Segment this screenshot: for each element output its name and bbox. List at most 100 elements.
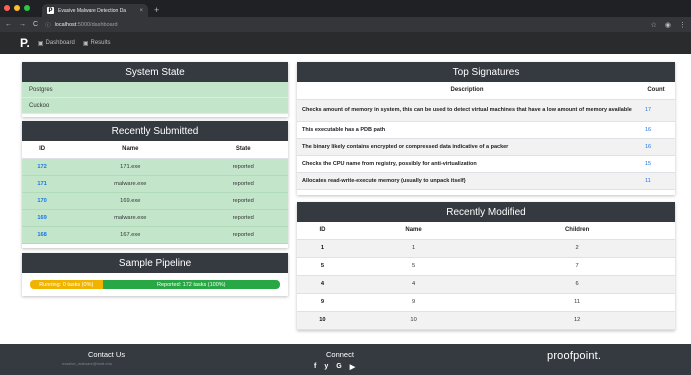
table-row: Checks the CPU name from registry, possi… (297, 155, 675, 173)
reload-button[interactable]: C (33, 21, 38, 28)
twitter-icon[interactable]: y (324, 363, 328, 371)
signature-count-link[interactable]: 16 (637, 121, 675, 139)
signature-count-link[interactable]: 16 (637, 138, 675, 156)
nav-dashboard-link[interactable]: ▣ Dashboard (38, 40, 75, 47)
col-name: Name (347, 222, 480, 240)
results-icon: ▣ (82, 40, 89, 47)
back-button[interactable]: ← (5, 21, 12, 28)
modified-children: 6 (479, 275, 675, 294)
state-row-cuckoo: Cuckoo (22, 98, 288, 114)
modified-id: 1 (297, 239, 348, 258)
col-id: ID (297, 222, 348, 240)
modified-id: 10 (297, 311, 348, 330)
table-row: 169 malware.exe reported (22, 209, 288, 227)
state-row-postgres: Postgres (22, 82, 288, 98)
modified-name: 5 (347, 257, 480, 276)
submission-state: reported (198, 209, 288, 227)
signature-count-link[interactable]: 15 (637, 155, 675, 173)
facebook-icon[interactable]: f (314, 363, 316, 371)
pipeline-reported-segment: Reported: 172 tasks (100%) (102, 280, 280, 289)
recent-modified-card: Recently Modified ID Name Children 1 1 2… (297, 202, 675, 330)
modified-children: 2 (479, 239, 675, 258)
window-controls (4, 5, 30, 11)
table-row[interactable]: 9 9 11 (297, 293, 675, 312)
submission-id-link[interactable]: 171 (37, 181, 47, 187)
social-links: f y G ▶ (314, 363, 355, 371)
recent-modified-table: ID Name Children 1 1 2 5 5 7 4 4 6 9 9 1… (297, 222, 675, 330)
col-count: Count (637, 82, 675, 100)
col-id: ID (22, 141, 63, 159)
tab-title: Evasive Malware Detection Da (58, 7, 127, 14)
table-row: Allocates read-write-execute memory (usu… (297, 172, 675, 190)
youtube-icon[interactable]: ▶ (350, 363, 355, 371)
modified-name: 1 (347, 239, 480, 258)
table-row[interactable]: 4 4 6 (297, 275, 675, 294)
table-row: 168 167.exe reported (22, 226, 288, 244)
table-row: Checks amount of memory in system, this … (297, 99, 675, 122)
modified-children: 7 (479, 257, 675, 276)
new-tab-button[interactable]: + (154, 5, 159, 15)
maximize-window-button[interactable] (24, 5, 30, 11)
col-name: Name (62, 141, 199, 159)
submission-id-link[interactable]: 169 (37, 215, 47, 221)
app-brand-logo[interactable]: P. (20, 36, 30, 50)
signature-count-link[interactable]: 17 (637, 99, 675, 122)
info-icon[interactable]: ⓘ (45, 21, 51, 29)
recent-submitted-table: ID Name State 172 171.exe reported 171 m… (22, 141, 288, 244)
browser-menu-icon[interactable]: ⋮ (679, 21, 686, 29)
submission-state: reported (198, 175, 288, 193)
submission-id-link[interactable]: 172 (37, 164, 47, 170)
table-row: 171 malware.exe reported (22, 175, 288, 193)
submission-state: reported (198, 192, 288, 210)
signature-description: This executable has a PDB path (297, 121, 637, 139)
top-signatures-table: Description Count Checks amount of memor… (297, 82, 675, 190)
footer-connect-title: Connect (326, 350, 354, 359)
submission-name: malware.exe (62, 175, 199, 193)
system-state-card: System State Postgres Cuckoo (22, 62, 288, 117)
table-row: 170 169.exe reported (22, 192, 288, 210)
top-signatures-title: Top Signatures (297, 62, 675, 82)
modified-name: 4 (347, 275, 480, 294)
table-row[interactable]: 10 10 12 (297, 311, 675, 330)
address-bar[interactable]: ⓘ localhost:5000/dashboard (45, 21, 118, 29)
col-description: Description (297, 82, 637, 100)
forward-button[interactable]: → (19, 21, 26, 28)
app-navbar: P. ▣ Dashboard ▣ Results (0, 32, 691, 54)
modified-children: 12 (479, 311, 675, 330)
signature-description: Allocates read-write-execute memory (usu… (297, 172, 637, 190)
col-state: State (198, 141, 288, 159)
modified-children: 11 (479, 293, 675, 312)
minimize-window-button[interactable] (14, 5, 20, 11)
tab-close-icon[interactable]: × (139, 8, 143, 14)
bookmark-star-icon[interactable]: ☆ (651, 21, 657, 29)
submission-name: malware.exe (62, 209, 199, 227)
browser-tab[interactable]: P Evasive Malware Detection Da × (42, 4, 148, 17)
table-row[interactable]: 5 5 7 (297, 257, 675, 276)
dashboard-icon: ▣ (37, 40, 44, 47)
submission-id-link[interactable]: 170 (37, 198, 47, 204)
modified-name: 10 (347, 311, 480, 330)
top-signatures-card: Top Signatures Description Count Checks … (297, 62, 675, 195)
footer-brand-logo: proofpoint. (547, 350, 602, 362)
submission-state: reported (198, 226, 288, 244)
table-row[interactable]: 1 1 2 (297, 239, 675, 258)
table-row: The binary likely contains encrypted or … (297, 138, 675, 156)
recent-modified-title: Recently Modified (297, 202, 675, 222)
recent-submitted-title: Recently Submitted (22, 121, 288, 141)
browser-tabbar: P Evasive Malware Detection Da × + (0, 0, 691, 17)
close-window-button[interactable] (4, 5, 10, 11)
recent-submitted-card: Recently Submitted ID Name State 172 171… (22, 121, 288, 248)
pipeline-running-segment: Running: 0 tasks (0%) (30, 280, 103, 289)
footer-contact-email[interactable]: evasive_malware@mail.edu (62, 361, 112, 366)
signature-count-link[interactable]: 11 (637, 172, 675, 190)
favicon-icon: P (47, 7, 54, 14)
nav-results-link[interactable]: ▣ Results (83, 40, 111, 47)
modified-id: 5 (297, 257, 348, 276)
submission-id-link[interactable]: 168 (37, 232, 47, 238)
account-icon[interactable]: ◉ (665, 21, 671, 29)
nav-dashboard-label: Dashboard (45, 40, 75, 46)
nav-results-label: Results (90, 40, 111, 46)
url-host: localhost (54, 21, 77, 28)
google-icon[interactable]: G (336, 363, 341, 371)
col-children: Children (479, 222, 675, 240)
